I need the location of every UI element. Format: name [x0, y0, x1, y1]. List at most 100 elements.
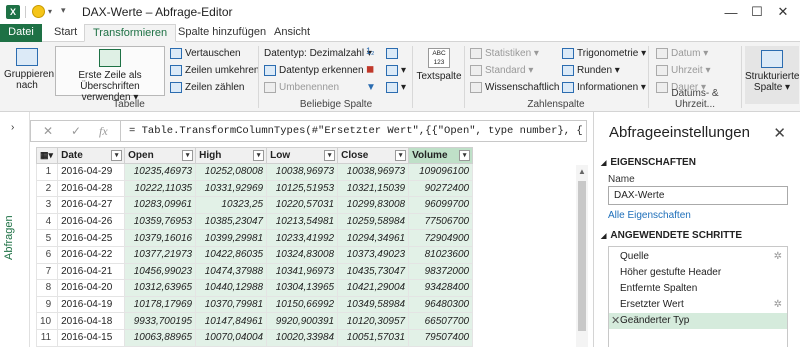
- group-by-button[interactable]: Gruppieren nach: [4, 48, 54, 91]
- row-number[interactable]: 4: [36, 212, 59, 231]
- cell-number[interactable]: 93428400: [408, 279, 474, 297]
- table-menu-icon[interactable]: ▦▾: [36, 147, 59, 164]
- table-row[interactable]: 5 2016-04-25 10379,16016 10399,29981 10233,4…: [36, 229, 474, 247]
- cell-number[interactable]: 10422,86035: [195, 245, 268, 264]
- table-row[interactable]: 3 2016-04-27 10283,09961 10323,25 10220,5703…: [36, 196, 474, 214]
- time-dropdown[interactable]: Uhrzeit ▾: [656, 65, 711, 76]
- delete-step-icon[interactable]: ✕: [611, 314, 620, 327]
- formula-text[interactable]: = Table.TransformColumnTypes(#"Ersetzter…: [129, 125, 584, 137]
- reverse-rows-button[interactable]: Zeilen umkehren: [170, 65, 259, 76]
- column-header-low[interactable]: Low ▾: [266, 147, 339, 164]
- cell-number[interactable]: 10020,33984: [266, 328, 339, 347]
- cell-number[interactable]: 109096100: [408, 163, 474, 181]
- transpose-button[interactable]: Vertauschen: [170, 48, 241, 59]
- cell-number[interactable]: 10252,08008: [195, 163, 268, 181]
- cell-number[interactable]: 90272400: [408, 179, 474, 198]
- cell-number[interactable]: 10070,04004: [195, 328, 268, 347]
- cell-date[interactable]: 2016-04-15: [57, 328, 126, 347]
- cell-number[interactable]: 10440,12988: [195, 279, 268, 297]
- gear-icon[interactable]: ✲: [774, 299, 782, 310]
- cell-date[interactable]: 2016-04-18: [57, 312, 126, 330]
- row-number[interactable]: 10: [36, 312, 59, 330]
- smiley-feedback-icon[interactable]: [32, 5, 45, 18]
- table-row[interactable]: 8 2016-04-20 10312,63965 10440,12988 10304,1…: [36, 279, 474, 297]
- cell-date[interactable]: 2016-04-26: [57, 212, 126, 231]
- step-source[interactable]: Quelle ✲: [609, 249, 787, 265]
- cell-number[interactable]: 10150,66992: [266, 295, 339, 314]
- cell-number[interactable]: 10324,83008: [266, 245, 339, 264]
- cell-number[interactable]: 98372000: [408, 262, 474, 281]
- count-rows-button[interactable]: Zeilen zählen: [170, 82, 244, 93]
- cell-number[interactable]: 10349,58984: [337, 295, 410, 314]
- table-row[interactable]: 7 2016-04-21 10456,99023 10474,37988 10341,9…: [36, 262, 474, 281]
- step-promoted-headers[interactable]: Höher gestufte Header: [609, 265, 787, 281]
- move-icon[interactable]: ▾: [386, 65, 406, 76]
- first-row-headers-button[interactable]: Erste Zeile als Überschriften verwenden …: [55, 46, 165, 103]
- table-row[interactable]: 10 2016-04-18 9933,700195 10147,84961 9920,9…: [36, 312, 474, 330]
- tab-transform[interactable]: Transformieren: [84, 24, 177, 42]
- cell-number[interactable]: 10294,34961: [337, 229, 410, 247]
- all-properties-link[interactable]: Alle Eigenschaften: [608, 210, 691, 221]
- queries-label[interactable]: Abfragen: [3, 215, 15, 260]
- applied-steps-header[interactable]: ◢ ANGEWENDETE SCHRITTE: [601, 230, 742, 241]
- detect-datatype-button[interactable]: Datentyp erkennen: [264, 65, 364, 76]
- cell-number[interactable]: 10235,46973: [124, 163, 197, 181]
- gear-icon[interactable]: ✲: [774, 251, 782, 262]
- date-dropdown[interactable]: Datum ▾: [656, 48, 708, 59]
- column-header-high[interactable]: High ▾: [195, 147, 268, 164]
- column-header-open[interactable]: Open ▾: [124, 147, 197, 164]
- convert-list-icon[interactable]: ▾: [386, 82, 406, 93]
- cell-number[interactable]: 10120,30957: [337, 312, 410, 330]
- step-changed-type[interactable]: ✕ Geänderter Typ: [609, 313, 787, 329]
- cell-number[interactable]: 10435,73047: [337, 262, 410, 281]
- cell-number[interactable]: 72904900: [408, 229, 474, 247]
- fill-icon[interactable]: ◼: [366, 64, 374, 75]
- cell-number[interactable]: 10038,96973: [337, 163, 410, 181]
- cell-number[interactable]: 10373,49023: [337, 245, 410, 264]
- cell-number[interactable]: 10299,83008: [337, 196, 410, 214]
- cell-number[interactable]: 10399,29981: [195, 229, 268, 247]
- row-number[interactable]: 5: [36, 229, 59, 247]
- cell-number[interactable]: 9920,900391: [266, 312, 339, 330]
- cell-date[interactable]: 2016-04-20: [57, 279, 126, 297]
- cell-number[interactable]: 10178,17969: [124, 295, 197, 314]
- scientific-dropdown[interactable]: Wissenschaftlich ▾: [470, 82, 567, 93]
- row-number[interactable]: 3: [36, 196, 59, 214]
- cell-number[interactable]: 10331,92969: [195, 179, 268, 198]
- table-row[interactable]: 9 2016-04-19 10178,17969 10370,79981 10150,6…: [36, 295, 474, 314]
- properties-header[interactable]: ◢ EIGENSCHAFTEN: [601, 157, 696, 168]
- cell-date[interactable]: 2016-04-27: [57, 196, 126, 214]
- cell-number[interactable]: 10304,13965: [266, 279, 339, 297]
- scroll-thumb[interactable]: [578, 181, 586, 331]
- close-window-button[interactable]: ✕: [768, 2, 798, 22]
- cell-number[interactable]: 96480300: [408, 295, 474, 314]
- table-row[interactable]: 1 2016-04-29 10235,46973 10252,08008 10038,9…: [36, 163, 474, 181]
- cell-number[interactable]: 79507400: [408, 328, 474, 347]
- rename-button[interactable]: Umbenennen: [264, 82, 339, 93]
- cell-number[interactable]: 66507700: [408, 312, 474, 330]
- row-number[interactable]: 1: [36, 163, 59, 181]
- cell-number[interactable]: 10051,57031: [337, 328, 410, 347]
- cell-number[interactable]: 10259,58984: [337, 212, 410, 231]
- close-pane-icon[interactable]: ✕: [773, 124, 786, 142]
- customize-qat-icon[interactable]: ▾: [61, 5, 66, 16]
- row-number[interactable]: 6: [36, 245, 59, 264]
- smiley-dropdown-icon[interactable]: ▾: [48, 7, 52, 16]
- standard-dropdown[interactable]: Standard ▾: [470, 65, 533, 76]
- cell-number[interactable]: 10312,63965: [124, 279, 197, 297]
- cell-number[interactable]: 10283,09961: [124, 196, 197, 214]
- accept-formula-icon[interactable]: ✓: [71, 124, 81, 138]
- query-name-input[interactable]: DAX-Werte: [608, 186, 788, 205]
- filter-dropdown-icon[interactable]: ▾: [324, 150, 336, 161]
- column-header-volume[interactable]: Volume ▾: [408, 147, 474, 164]
- cell-number[interactable]: 10456,99023: [124, 262, 197, 281]
- filter-dropdown-icon[interactable]: ▾: [111, 150, 123, 161]
- pivot-icon[interactable]: [386, 48, 401, 59]
- cell-number[interactable]: 10370,79981: [195, 295, 268, 314]
- grid-scrollbar[interactable]: ▲: [576, 165, 588, 347]
- cell-number[interactable]: 10377,21973: [124, 245, 197, 264]
- statistics-dropdown[interactable]: Statistiken ▾: [470, 48, 539, 59]
- table-row[interactable]: 11 2016-04-15 10063,88965 10070,04004 10020,…: [36, 328, 474, 347]
- cell-date[interactable]: 2016-04-25: [57, 229, 126, 247]
- tab-add-column[interactable]: Spalte hinzufügen: [170, 24, 274, 42]
